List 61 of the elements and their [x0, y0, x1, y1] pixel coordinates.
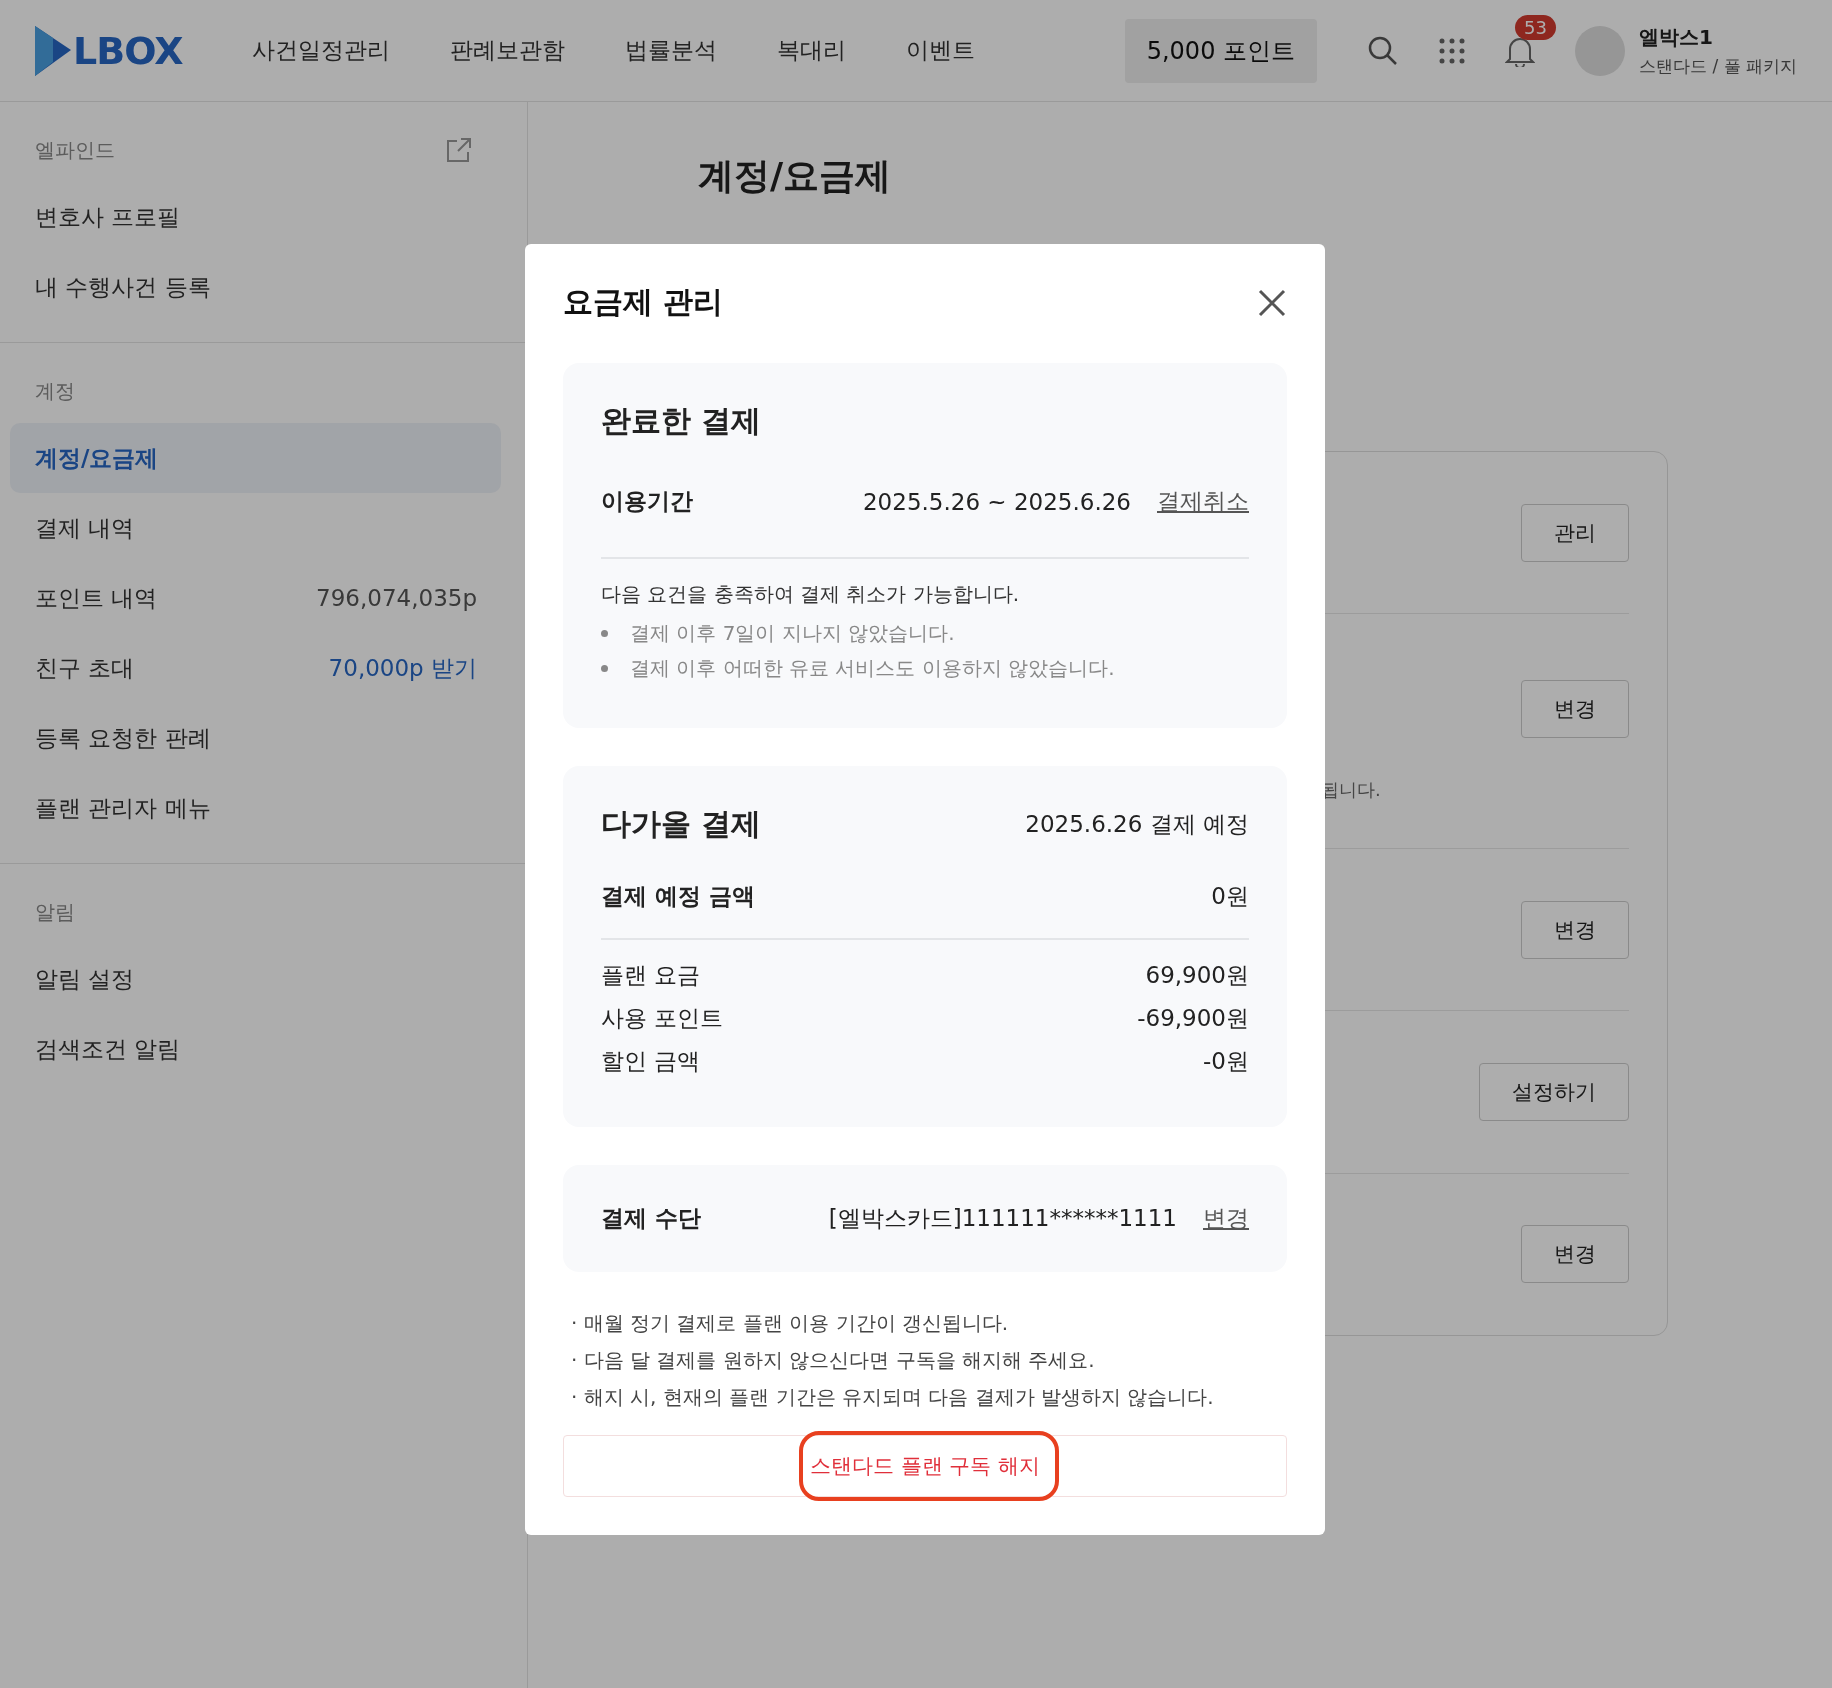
section-title: 엘파인드: [35, 136, 115, 164]
field-label: 사용 포인트: [601, 1004, 724, 1033]
sidebar-item[interactable]: 친구 초대 70,000p 받기: [10, 633, 501, 703]
sidebar-item[interactable]: 변호사 프로필: [10, 182, 501, 252]
note-text: · 다음 달 결제를 원하지 않으신다면 구독을 해지해 주세요.: [571, 1347, 1096, 1374]
user-plan: 스탠다드 / 풀 패키지: [1639, 54, 1797, 78]
amount-value: 0원: [1211, 882, 1249, 911]
period-value: 2025.5.26 ~ 2025.6.26: [863, 488, 1131, 515]
section-title: 계정: [35, 377, 75, 405]
bullet-icon: [601, 665, 608, 672]
logo-icon: [35, 25, 71, 76]
note-text: · 해지 시, 현재의 플랜 기간은 유지되며 다음 결제가 발생하지 않습니다.: [571, 1384, 1215, 1411]
cancel-payment-link[interactable]: 결제취소: [1157, 486, 1249, 517]
sidebar-item[interactable]: 플랜 관리자 메뉴: [10, 773, 501, 843]
settings-button[interactable]: 변경: [1521, 900, 1629, 959]
page-title: 계정/요금제: [698, 154, 893, 198]
nav-link[interactable]: 법률분석: [595, 35, 748, 66]
external-link-icon[interactable]: [446, 137, 472, 163]
sidebar-item[interactable]: 내 수행사건 등록: [10, 252, 501, 322]
amount-value: -69,900원: [1137, 1004, 1249, 1033]
sidebar-item[interactable]: 계정/요금제: [10, 423, 501, 493]
amount-value: -0원: [1203, 1047, 1249, 1076]
settings-button[interactable]: 관리: [1521, 503, 1629, 562]
card-heading: 완료한 결제: [601, 402, 763, 440]
field-label: 할인 금액: [601, 1047, 701, 1076]
field-label: 플랜 요금: [601, 961, 701, 990]
close-icon[interactable]: [1257, 287, 1287, 318]
points-button[interactable]: 5,000 포인트: [1124, 18, 1318, 83]
scheduled-date: 2025.6.26 결제 예정: [1025, 810, 1249, 839]
description-text: 됩니다.: [1321, 778, 1381, 803]
field-label: 결제 예정 금액: [601, 882, 755, 911]
cancel-subscription-button[interactable]: 스탠다드 플랜 구독 해지: [563, 1435, 1287, 1497]
settings-button[interactable]: 변경: [1521, 680, 1629, 739]
nav-link[interactable]: 판례보관함: [420, 35, 596, 66]
note-text: · 매월 정기 결제로 플랜 이용 기간이 갱신됩니다.: [571, 1310, 1010, 1337]
card-number: [엘박스카드]111111******1111: [828, 1204, 1177, 1233]
amount-value: 69,900원: [1145, 961, 1249, 990]
settings-button[interactable]: 변경: [1521, 1225, 1629, 1284]
condition-text: 결제 이후 7일이 지나지 않았습니다.: [630, 620, 955, 647]
settings-button[interactable]: 설정하기: [1479, 1063, 1629, 1122]
field-label: 결제 수단: [601, 1204, 701, 1233]
notification-badge: 53: [1515, 14, 1556, 40]
nav-link[interactable]: 사건일정관리: [222, 35, 421, 66]
nav-link[interactable]: 이벤트: [876, 35, 1006, 66]
user-name: 엘박스1: [1639, 23, 1714, 51]
sidebar-item[interactable]: 포인트 내역 796,074,035p: [10, 563, 501, 633]
field-label: 이용기간: [601, 487, 693, 516]
bullet-icon: [601, 630, 608, 637]
condition-text: 결제 이후 어떠한 유료 서비스도 이용하지 않았습니다.: [630, 655, 1115, 682]
sidebar-item[interactable]: 등록 요청한 판례: [10, 703, 501, 773]
notice-text: 다음 요건을 충족하여 결제 취소가 가능합니다.: [601, 581, 1021, 608]
sidebar-item[interactable]: 알림 설정: [10, 944, 501, 1014]
card-heading: 다가올 결제: [601, 805, 762, 843]
change-link[interactable]: 변경: [1203, 1203, 1249, 1234]
nav-link[interactable]: 복대리: [747, 35, 877, 66]
logo-text[interactable]: LBOX: [73, 28, 183, 73]
sidebar-item[interactable]: 결제 내역: [10, 493, 501, 563]
modal-title: 요금제 관리: [563, 283, 724, 321]
apps-grid-icon[interactable]: [1439, 37, 1466, 64]
section-title: 알림: [35, 898, 75, 926]
sidebar-item[interactable]: 검색조건 알림: [10, 1014, 501, 1084]
